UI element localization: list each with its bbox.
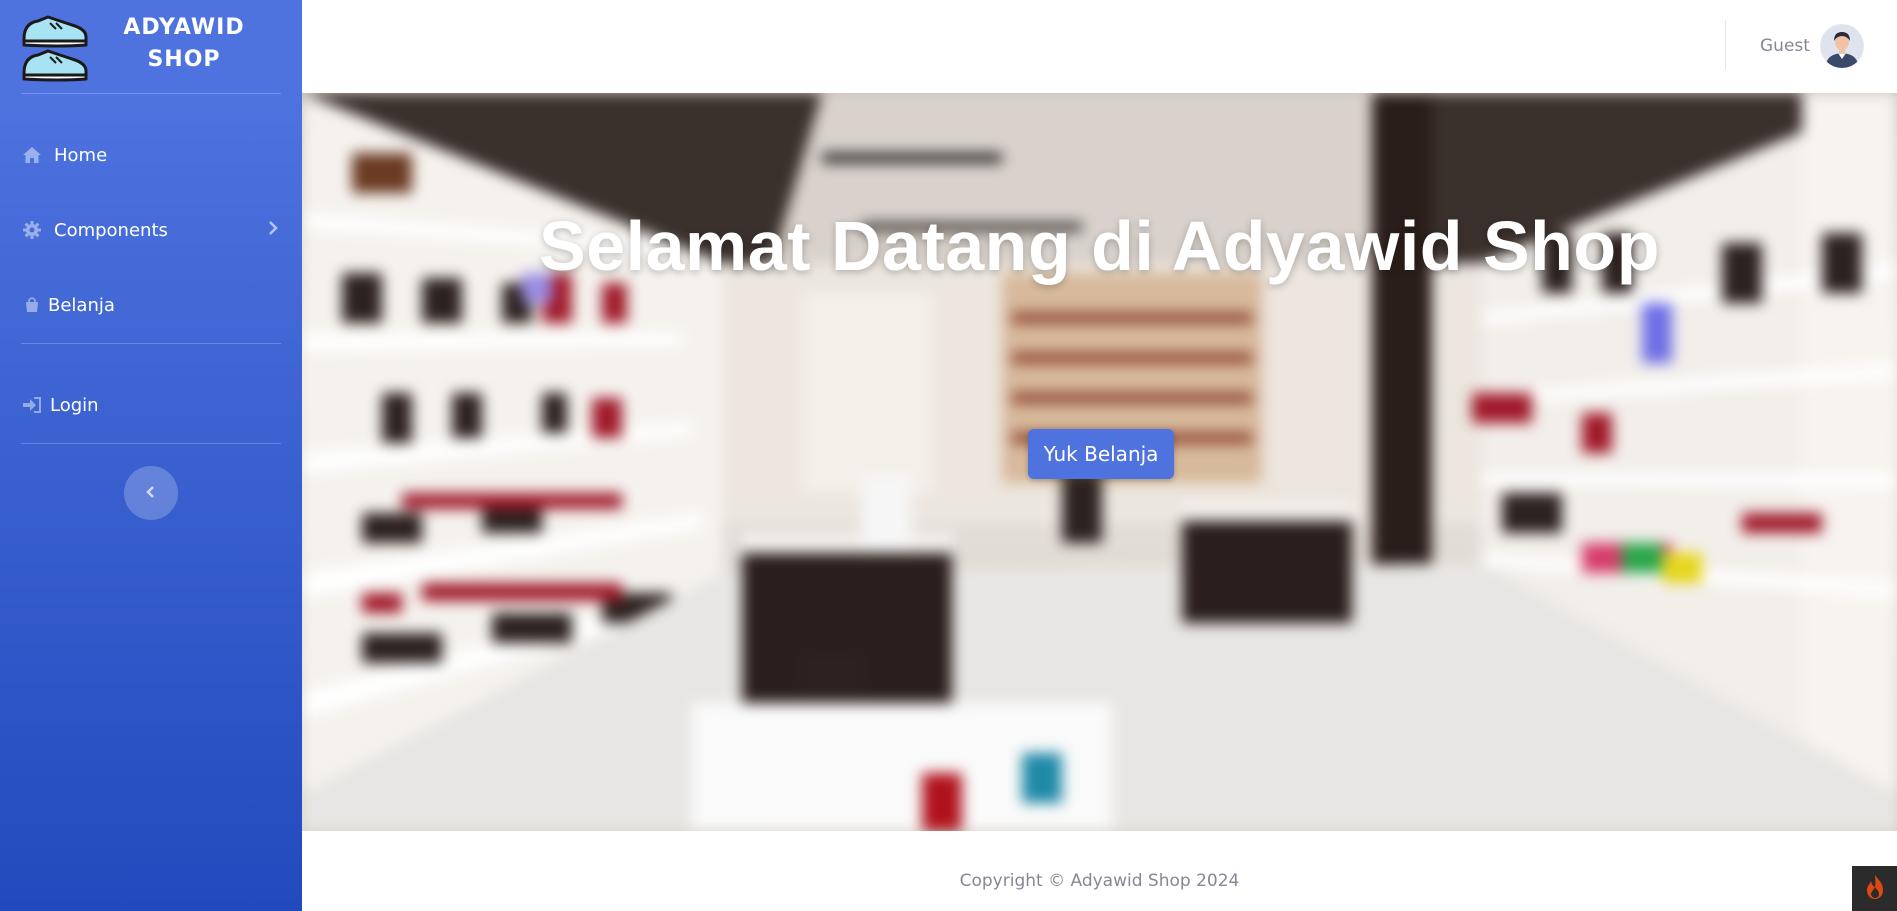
- sneakers-icon: [22, 15, 88, 81]
- brand-line-1: ADYAWID: [123, 15, 245, 40]
- home-icon: [22, 145, 42, 165]
- sidebar-divider: [21, 343, 281, 344]
- sidebar-brand[interactable]: ADYAWID SHOP: [0, 0, 302, 93]
- hero-banner: Selamat Datang di Adyawid Shop Yuk Belan…: [302, 93, 1897, 831]
- sign-in-icon: [22, 395, 42, 415]
- shop-now-button[interactable]: Yuk Belanja: [1028, 429, 1174, 479]
- sidebar: ADYAWID SHOP Home Components Belanja Log…: [0, 0, 302, 911]
- sidebar-item-home[interactable]: Home: [0, 135, 302, 175]
- user-avatar-icon: [1819, 24, 1864, 68]
- copyright-text: Copyright © Adyawid Shop 2024: [959, 871, 1240, 891]
- user-name: Guest: [1760, 36, 1810, 56]
- sidebar-item-components[interactable]: Components: [0, 210, 302, 250]
- chevron-left-icon: [146, 484, 156, 503]
- topbar-divider: [1725, 20, 1726, 70]
- sidebar-item-label: Components: [54, 219, 168, 241]
- sidebar-item-label: Belanja: [48, 294, 115, 316]
- shopping-bag-icon: [22, 295, 42, 315]
- codeigniter-debug-toolbar-button[interactable]: [1852, 866, 1897, 911]
- footer: Copyright © Adyawid Shop 2024: [302, 831, 1897, 911]
- user-dropdown[interactable]: Guest: [1760, 22, 1864, 70]
- sidebar-item-label: Home: [54, 144, 108, 166]
- brand-name: ADYAWID SHOP: [118, 12, 250, 76]
- flame-icon: [1863, 873, 1887, 905]
- sidebar-divider: [21, 93, 281, 94]
- topbar: Guest: [302, 0, 1897, 93]
- chevron-right-icon: [268, 220, 278, 240]
- sidebar-item-belanja[interactable]: Belanja: [0, 285, 302, 325]
- gear-icon: [22, 220, 42, 240]
- brand-line-2: SHOP: [147, 47, 221, 72]
- sidebar-divider: [21, 443, 281, 444]
- hero-title: Selamat Datang di Adyawid Shop: [539, 207, 1660, 285]
- sidebar-toggle-button[interactable]: [124, 466, 178, 520]
- sidebar-item-label: Login: [50, 394, 99, 416]
- sidebar-item-login[interactable]: Login: [0, 385, 302, 425]
